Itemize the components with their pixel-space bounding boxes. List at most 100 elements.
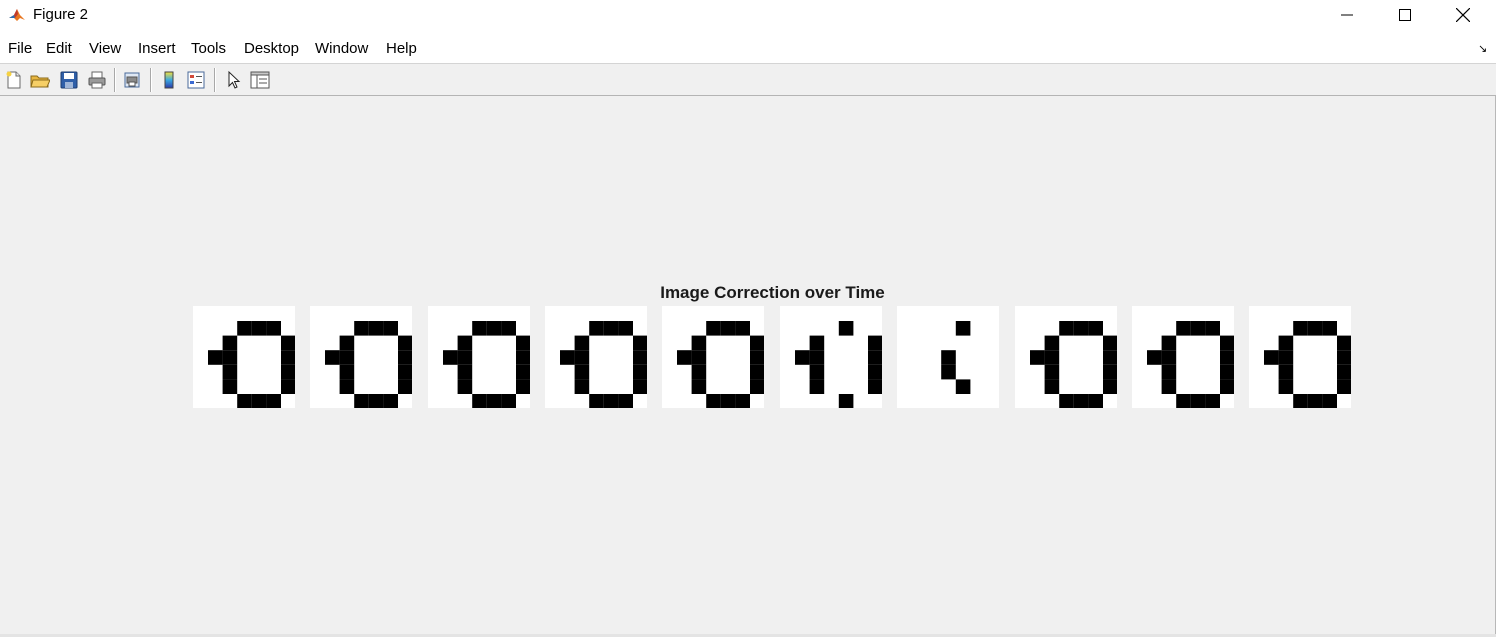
- image-frame: [780, 306, 882, 408]
- image-panel: [662, 306, 764, 408]
- save-icon[interactable]: [59, 70, 79, 90]
- pixel: [368, 321, 384, 336]
- pixel: [1337, 379, 1351, 394]
- minimize-icon: [1341, 14, 1353, 16]
- minimize-button[interactable]: [1318, 0, 1376, 30]
- pixel: [1088, 394, 1103, 408]
- pixel: [1161, 364, 1177, 380]
- pixel: [941, 364, 956, 380]
- pixel: [354, 394, 369, 408]
- pixel: [516, 364, 530, 380]
- pixel: [574, 335, 590, 351]
- pixel: [1220, 350, 1234, 365]
- pixel: [1059, 321, 1074, 336]
- new-figure-icon[interactable]: [4, 70, 24, 90]
- pixel: [222, 379, 238, 394]
- pixel: [339, 335, 355, 351]
- menu-window[interactable]: Window: [315, 40, 368, 57]
- pixel: [735, 321, 750, 336]
- pixel: [1161, 379, 1177, 394]
- image-frame: [193, 306, 295, 408]
- menu-insert[interactable]: Insert: [138, 40, 176, 57]
- pixel: [1264, 350, 1279, 365]
- pixel: [486, 321, 502, 336]
- pixel: [339, 379, 355, 394]
- pixel: [1103, 364, 1117, 380]
- pixel: [516, 379, 530, 394]
- pixel: [868, 379, 882, 394]
- toolbar-separator: [114, 68, 116, 92]
- property-inspector-icon[interactable]: [250, 70, 270, 90]
- pixel: [1044, 364, 1060, 380]
- pixel: [809, 335, 825, 351]
- pixel: [266, 394, 281, 408]
- pixel: [1220, 364, 1234, 380]
- pixel: [603, 394, 619, 408]
- pixel: [868, 364, 882, 380]
- pixel: [809, 350, 825, 365]
- pixel: [1337, 350, 1351, 365]
- open-file-icon[interactable]: [30, 70, 50, 90]
- pixel: [281, 364, 295, 380]
- toolbar-separator: [150, 68, 152, 92]
- print-icon[interactable]: [87, 70, 107, 90]
- pixel: [706, 394, 721, 408]
- pixel: [720, 321, 736, 336]
- pixel: [618, 321, 633, 336]
- legend-icon[interactable]: [186, 70, 206, 90]
- pixel: [1220, 335, 1234, 351]
- pixel: [339, 364, 355, 380]
- image-panel: [1249, 306, 1351, 408]
- image-frame: [662, 306, 764, 408]
- pixel: [457, 364, 473, 380]
- pixel: [457, 379, 473, 394]
- pixel: [1030, 350, 1045, 365]
- menu-desktop[interactable]: Desktop: [244, 40, 299, 57]
- pixel: [1293, 394, 1308, 408]
- pixel: [266, 321, 281, 336]
- close-icon: [1456, 8, 1470, 22]
- toolbar-dock-arrow-icon[interactable]: ↘: [1478, 42, 1487, 55]
- pixel: [1073, 321, 1089, 336]
- pixel: [720, 394, 736, 408]
- image-frame: [897, 306, 999, 408]
- pixel: [750, 379, 764, 394]
- pixel: [1044, 379, 1060, 394]
- pixel: [486, 394, 502, 408]
- image-frame: [1015, 306, 1117, 408]
- pixel: [691, 379, 707, 394]
- pixel: [281, 335, 295, 351]
- menu-file[interactable]: File: [8, 40, 32, 57]
- title-bar[interactable]: Figure 2: [0, 0, 1496, 30]
- image-panel: [780, 306, 882, 408]
- pixel: [281, 379, 295, 394]
- close-button[interactable]: [1434, 0, 1492, 30]
- figure-canvas[interactable]: Image Correction over Time: [0, 97, 1495, 635]
- menu-help[interactable]: Help: [386, 40, 417, 57]
- pixel: [472, 394, 487, 408]
- toolbar-separator: [214, 68, 216, 92]
- menu-edit[interactable]: Edit: [46, 40, 72, 57]
- pixel: [237, 321, 252, 336]
- pixel: [251, 321, 267, 336]
- menu-bar: File Edit View Insert Tools Desktop Wind…: [0, 30, 1496, 63]
- image-frame: [1132, 306, 1234, 408]
- menu-tools[interactable]: Tools: [191, 40, 226, 57]
- pixel: [633, 379, 647, 394]
- pixel: [691, 364, 707, 380]
- pixel: [618, 394, 633, 408]
- pixel: [457, 335, 473, 351]
- pixel: [809, 364, 825, 380]
- print-preview-icon[interactable]: [122, 70, 142, 90]
- pixel: [838, 321, 854, 336]
- plot-title: Image Correction over Time: [660, 283, 885, 302]
- pixel: [735, 394, 750, 408]
- colorbar-icon[interactable]: [159, 70, 179, 90]
- pixel: [1044, 335, 1060, 351]
- maximize-button[interactable]: [1376, 0, 1434, 30]
- pixel: [1190, 321, 1206, 336]
- pixel: [706, 321, 721, 336]
- edit-plot-arrow-icon[interactable]: [224, 70, 244, 90]
- pixel: [398, 364, 412, 380]
- menu-view[interactable]: View: [89, 40, 121, 57]
